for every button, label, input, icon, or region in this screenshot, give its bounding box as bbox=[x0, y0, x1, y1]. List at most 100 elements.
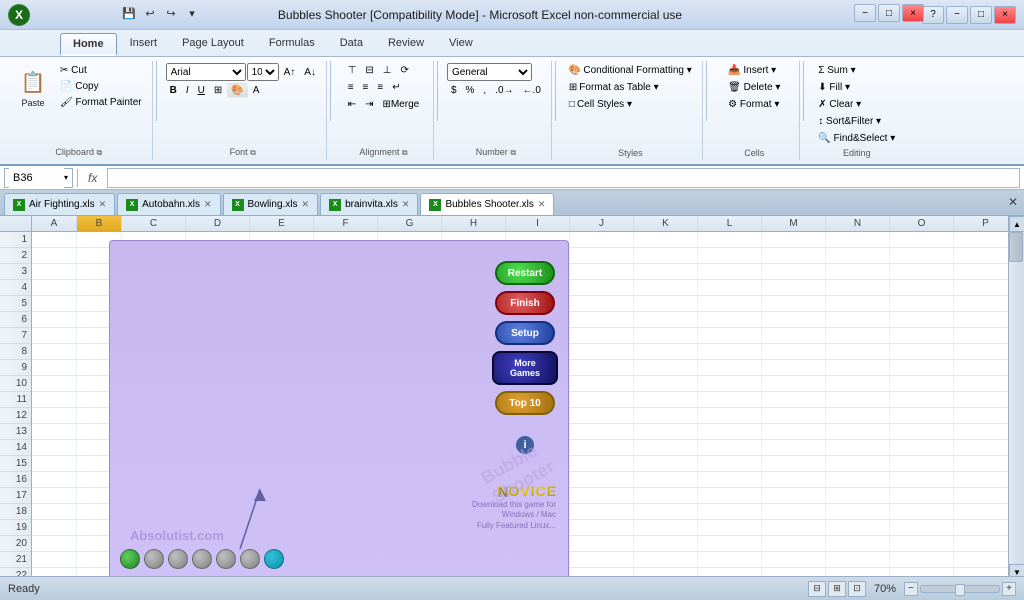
cell-k4[interactable] bbox=[634, 280, 698, 296]
game-canvas[interactable]: (function(){ var colors=['#e03030','#306… bbox=[109, 240, 569, 580]
scroll-up-btn[interactable]: ▲ bbox=[1009, 216, 1024, 232]
col-header-g[interactable]: G bbox=[378, 216, 442, 231]
cell-k6[interactable] bbox=[634, 312, 698, 328]
decrease-font-btn[interactable]: A↓ bbox=[300, 65, 320, 80]
cell-l13[interactable] bbox=[698, 424, 762, 440]
increase-font-btn[interactable]: A↑ bbox=[280, 65, 300, 80]
restart-button[interactable]: Restart bbox=[495, 261, 555, 285]
cell-o7[interactable] bbox=[890, 328, 954, 344]
wb-tab-bowling[interactable]: X Bowling.xls ✕ bbox=[223, 193, 319, 215]
cell-n4[interactable] bbox=[826, 280, 890, 296]
cell-k21[interactable] bbox=[634, 552, 698, 568]
cell-k1[interactable] bbox=[634, 232, 698, 248]
cell-m1[interactable] bbox=[762, 232, 826, 248]
col-header-p[interactable]: P bbox=[954, 216, 1008, 231]
cell-m12[interactable] bbox=[762, 408, 826, 424]
corner-cell[interactable] bbox=[0, 216, 31, 232]
tab-formulas[interactable]: Formulas bbox=[257, 33, 327, 56]
cell-l1[interactable] bbox=[698, 232, 762, 248]
wb-tab-air-fighting-close[interactable]: ✕ bbox=[99, 199, 107, 210]
cell-l9[interactable] bbox=[698, 360, 762, 376]
cell-a19[interactable] bbox=[32, 520, 77, 536]
cell-k7[interactable] bbox=[634, 328, 698, 344]
normal-view-btn[interactable]: ⊟ bbox=[808, 581, 826, 597]
currency-btn[interactable]: $ bbox=[447, 83, 461, 98]
border-button[interactable]: ⊞ bbox=[210, 83, 226, 98]
cell-j4[interactable] bbox=[570, 280, 634, 296]
bold-button[interactable]: B bbox=[166, 83, 181, 98]
fill-button[interactable]: ⬇ Fill ▾ bbox=[814, 80, 854, 95]
tab-page-layout[interactable]: Page Layout bbox=[170, 33, 256, 56]
cell-n18[interactable] bbox=[826, 504, 890, 520]
cell-a1[interactable] bbox=[32, 232, 77, 248]
cell-a21[interactable] bbox=[32, 552, 77, 568]
cell-o18[interactable] bbox=[890, 504, 954, 520]
align-left-btn[interactable]: ≡ bbox=[344, 80, 358, 95]
dec-more-btn[interactable]: .0→ bbox=[491, 83, 517, 98]
cell-l15[interactable] bbox=[698, 456, 762, 472]
tab-data[interactable]: Data bbox=[328, 33, 375, 56]
window-min-btn2[interactable]: − bbox=[946, 6, 968, 24]
page-layout-view-btn[interactable]: ⊞ bbox=[828, 581, 846, 597]
zoom-out-btn[interactable]: − bbox=[904, 582, 918, 596]
window-max-btn[interactable]: □ bbox=[878, 4, 900, 22]
cell-k12[interactable] bbox=[634, 408, 698, 424]
cell-a10[interactable] bbox=[32, 376, 77, 392]
cell-a14[interactable] bbox=[32, 440, 77, 456]
cell-m9[interactable] bbox=[762, 360, 826, 376]
wb-tab-autobahn[interactable]: X Autobahn.xls ✕ bbox=[117, 193, 220, 215]
cell-a17[interactable] bbox=[32, 488, 77, 504]
cell-m4[interactable] bbox=[762, 280, 826, 296]
sum-button[interactable]: Σ Sum ▾ bbox=[814, 63, 859, 78]
cell-j5[interactable] bbox=[570, 296, 634, 312]
cell-n2[interactable] bbox=[826, 248, 890, 264]
cell-m16[interactable] bbox=[762, 472, 826, 488]
format-as-table-button[interactable]: ⊞ Format as Table ▾ bbox=[565, 80, 663, 95]
cell-l8[interactable] bbox=[698, 344, 762, 360]
copy-button[interactable]: 📄 Copy bbox=[56, 79, 146, 94]
cell-ref-expand[interactable]: ▾ bbox=[64, 173, 68, 182]
percent-btn[interactable]: % bbox=[462, 83, 479, 98]
delete-cells-button[interactable]: 🗑 Delete ▾ bbox=[724, 80, 784, 95]
merge-btn[interactable]: ⊞Merge bbox=[378, 97, 423, 112]
wb-tab-air-fighting[interactable]: X Air Fighting.xls ✕ bbox=[4, 193, 115, 215]
cell-n9[interactable] bbox=[826, 360, 890, 376]
cell-l4[interactable] bbox=[698, 280, 762, 296]
number-format-selector[interactable]: General bbox=[447, 63, 532, 81]
col-header-j[interactable]: J bbox=[570, 216, 634, 231]
tab-review[interactable]: Review bbox=[376, 33, 436, 56]
cell-l11[interactable] bbox=[698, 392, 762, 408]
cell-k14[interactable] bbox=[634, 440, 698, 456]
cell-k18[interactable] bbox=[634, 504, 698, 520]
cell-n14[interactable] bbox=[826, 440, 890, 456]
cell-l5[interactable] bbox=[698, 296, 762, 312]
cell-o3[interactable] bbox=[890, 264, 954, 280]
cell-n10[interactable] bbox=[826, 376, 890, 392]
tab-view[interactable]: View bbox=[437, 33, 485, 56]
cell-m19[interactable] bbox=[762, 520, 826, 536]
cell-j1[interactable] bbox=[570, 232, 634, 248]
cell-l10[interactable] bbox=[698, 376, 762, 392]
text-rotate-btn[interactable]: ⟳ bbox=[397, 63, 413, 78]
cell-k19[interactable] bbox=[634, 520, 698, 536]
cell-a13[interactable] bbox=[32, 424, 77, 440]
cell-l12[interactable] bbox=[698, 408, 762, 424]
cell-j12[interactable] bbox=[570, 408, 634, 424]
cell-o5[interactable] bbox=[890, 296, 954, 312]
cell-k5[interactable] bbox=[634, 296, 698, 312]
cell-k3[interactable] bbox=[634, 264, 698, 280]
cell-a4[interactable] bbox=[32, 280, 77, 296]
cell-j9[interactable] bbox=[570, 360, 634, 376]
zoom-handle[interactable] bbox=[955, 584, 965, 596]
col-header-l[interactable]: L bbox=[698, 216, 762, 231]
cell-o8[interactable] bbox=[890, 344, 954, 360]
cell-j21[interactable] bbox=[570, 552, 634, 568]
formula-input[interactable] bbox=[107, 168, 1020, 188]
redo-btn[interactable]: ↪ bbox=[162, 4, 180, 22]
wb-tab-brainvita[interactable]: X brainvita.xls ✕ bbox=[320, 193, 418, 215]
wb-tab-brainvita-close[interactable]: ✕ bbox=[402, 199, 410, 210]
cell-k13[interactable] bbox=[634, 424, 698, 440]
cell-m8[interactable] bbox=[762, 344, 826, 360]
cell-o20[interactable] bbox=[890, 536, 954, 552]
cell-a2[interactable] bbox=[32, 248, 77, 264]
